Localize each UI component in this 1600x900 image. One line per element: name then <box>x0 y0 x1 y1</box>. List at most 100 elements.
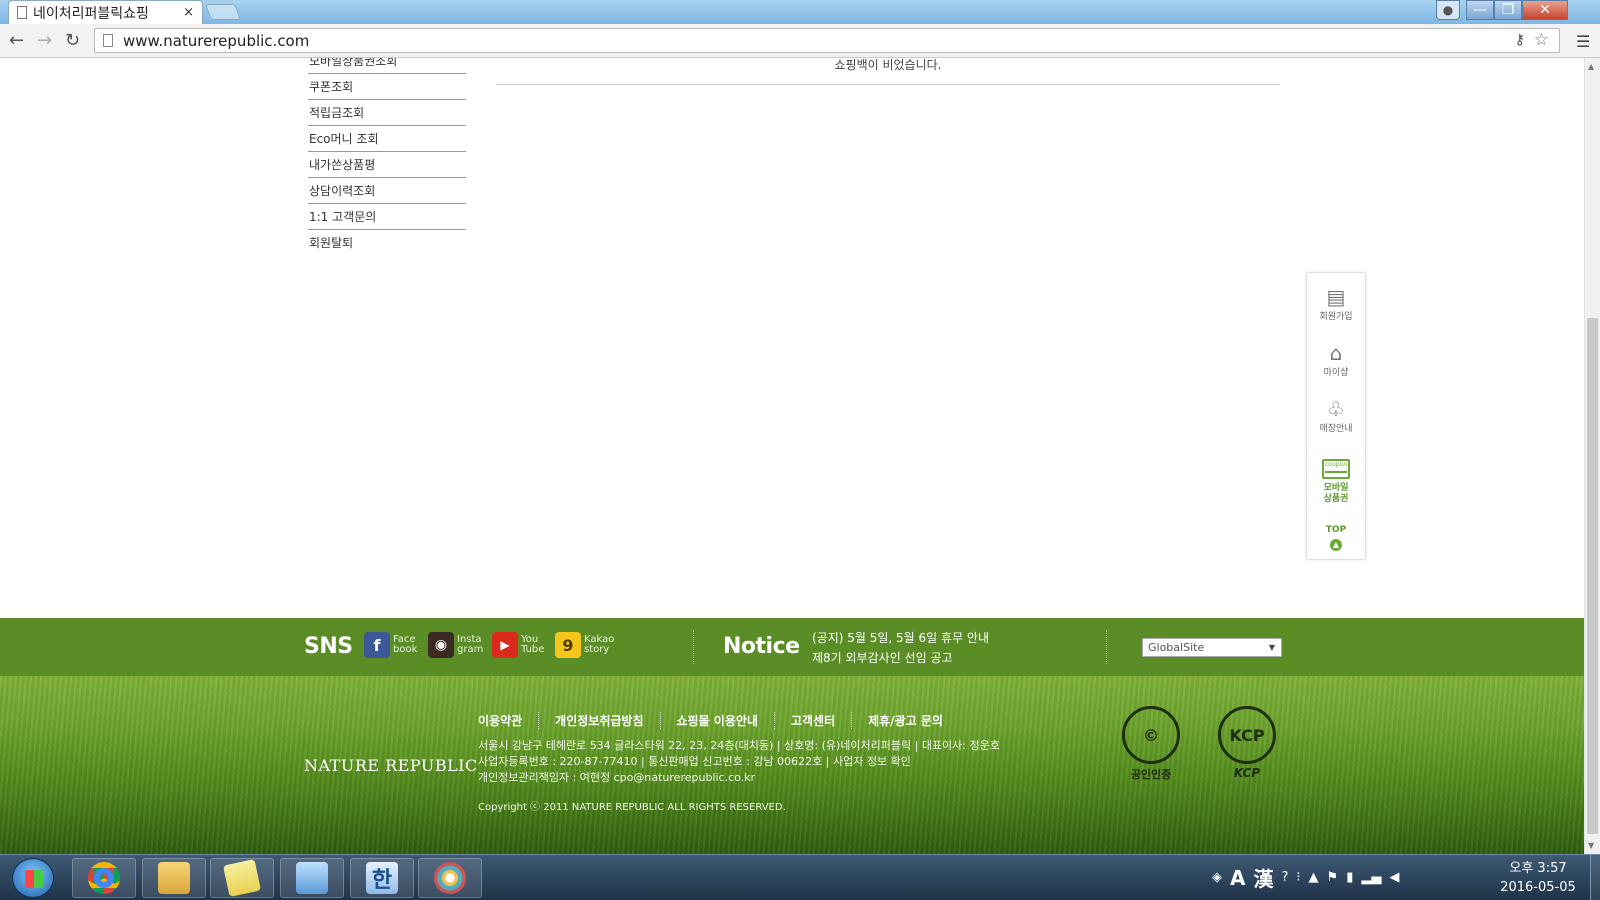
hamburger-menu-icon[interactable]: ☰ <box>1576 32 1590 51</box>
folder-icon <box>158 862 190 894</box>
side-menu-item[interactable]: 모바일상품권조회 <box>308 58 466 74</box>
quick-top-label: TOP <box>1325 525 1347 535</box>
windows-taskbar: 한 ◈ A 漢 ? ⁝ ▲ ⚑ ▮ ▂▄ ◀ 오후 3:57 2016-05-0… <box>0 854 1600 900</box>
sns-link[interactable]: 9 Kakao story <box>555 632 614 658</box>
reload-icon[interactable]: ↻ <box>65 30 80 51</box>
language-icon[interactable]: ◈ <box>1212 870 1222 885</box>
key-icon[interactable]: ⚷ <box>1515 32 1525 48</box>
maximize-button[interactable]: ❐ <box>1494 0 1522 20</box>
page-icon <box>17 6 27 19</box>
brand-logo[interactable]: NATURE REPUBLIC <box>304 756 478 775</box>
taskbar-explorer[interactable] <box>142 858 206 898</box>
quick-mobile-voucher-button[interactable]: coupon 모바일 상품권 <box>1307 457 1365 505</box>
quick-voucher-label-2: 상품권 <box>1323 494 1349 504</box>
footer-link[interactable]: 이용약관 <box>478 712 538 729</box>
action-center-flag-icon[interactable]: ⚑ <box>1327 870 1339 885</box>
ime-mode-icon[interactable]: A <box>1230 866 1245 890</box>
quick-store-button[interactable]: ♧ 매장안내 <box>1307 397 1365 435</box>
battery-icon[interactable]: ▮ <box>1346 870 1353 885</box>
side-menu-item[interactable]: 쿠폰조회 <box>308 74 466 100</box>
taskbar-hanword[interactable]: 한 <box>350 858 414 898</box>
quick-join-button[interactable]: ▤ 회원가입 <box>1307 285 1365 323</box>
footer-link[interactable]: 제휴/광고 문의 <box>851 712 959 729</box>
quick-join-label: 회원가입 <box>1319 312 1353 322</box>
sns-label-line: story <box>584 644 610 655</box>
taskbar-chrome[interactable] <box>72 858 136 898</box>
quick-store-label: 매장안내 <box>1319 424 1353 434</box>
kakaostory-icon: 9 <box>555 632 581 658</box>
taskbar-sticky-notes[interactable] <box>210 858 274 898</box>
notice-item[interactable]: 제8기 외부감사인 선임 공고 <box>812 648 989 668</box>
profile-button[interactable]: ● <box>1436 0 1460 20</box>
kcp-badge[interactable]: KCP KCP <box>1218 706 1276 780</box>
tree-icon: ♧ <box>1327 397 1345 421</box>
copyright: Copyright ⓒ 2011 NATURE REPUBLIC ALL RIG… <box>478 802 786 813</box>
show-hidden-icons-chevron-icon[interactable]: ▲ <box>1309 870 1319 885</box>
footer-links: 이용약관 개인정보취급방침 쇼핑몰 이용안내 고객센터 제휴/광고 문의 <box>478 712 959 729</box>
start-button[interactable] <box>12 858 54 898</box>
notice-item[interactable]: (공지) 5월 5일, 5월 6일 휴무 안내 <box>812 628 989 648</box>
side-menu-item[interactable]: 1:1 고객문의 <box>308 204 466 230</box>
certification-badge[interactable]: © 공인인증 <box>1122 706 1180 782</box>
side-menu-item[interactable]: 회원탈퇴 <box>308 230 466 256</box>
sns-label-line: book <box>393 644 418 655</box>
help-icon[interactable]: ? <box>1281 870 1288 885</box>
sns-link[interactable]: f Face book <box>364 632 423 658</box>
side-menu-item[interactable]: 내가쓴상품평 <box>308 152 466 178</box>
hanword-icon: 한 <box>366 862 398 894</box>
clock-time: 오후 3:57 <box>1509 861 1567 876</box>
quick-voucher-label-1: 모바일 <box>1323 483 1349 493</box>
footer-link[interactable]: 쇼핑몰 이용안내 <box>659 712 774 729</box>
sticky-notes-icon <box>223 859 261 897</box>
side-menu-item[interactable]: 상담이력조회 <box>308 178 466 204</box>
certificate-seal-icon: © <box>1122 706 1180 764</box>
quick-top-button[interactable]: TOP ▲ <box>1307 525 1365 551</box>
sns-label: You Tube <box>521 635 551 655</box>
shop-icon: ⌂ <box>1329 341 1343 365</box>
youtube-icon: ▶ <box>492 632 518 658</box>
scroll-up-arrow-icon[interactable]: ▲ <box>1588 62 1594 71</box>
system-tray: ◈ A 漢 ? ⁝ ▲ ⚑ ▮ ▂▄ ◀ <box>1212 863 1399 892</box>
remote-desktop-icon <box>296 862 328 894</box>
sns-link[interactable]: ◉ Insta gram <box>428 632 487 658</box>
back-arrow-icon[interactable]: ← <box>9 30 24 51</box>
side-menu-item[interactable]: Eco머니 조회 <box>308 126 466 152</box>
network-signal-icon[interactable]: ▂▄ <box>1361 870 1381 885</box>
tab-title: 네이처리퍼블릭쇼핑 <box>33 5 149 22</box>
volume-muted-icon[interactable]: ◀ <box>1389 870 1399 885</box>
sns-label-line: gram <box>457 644 484 655</box>
scrollbar-thumb[interactable] <box>1587 318 1598 834</box>
bookmark-star-icon[interactable]: ☆ <box>1534 30 1549 50</box>
show-desktop-button[interactable] <box>1590 855 1600 900</box>
address-bar[interactable]: www.naturerepublic.com ⚷ ☆ <box>94 28 1560 53</box>
url-text: www.naturerepublic.com <box>123 31 310 50</box>
sns-label-line: Tube <box>521 644 545 655</box>
footer-link[interactable]: 고객센터 <box>773 712 851 729</box>
taskbar-paint[interactable] <box>418 858 482 898</box>
page-icon <box>103 34 113 47</box>
forward-arrow-icon[interactable]: → <box>37 30 52 51</box>
cert-caption: 공인인증 <box>1130 768 1172 781</box>
vertical-scrollbar[interactable]: ▲ ▼ <box>1584 58 1600 854</box>
page-viewport: 모바일상품권조회 쿠폰조회 적립금조회 Eco머니 조회 내가쓴상품평 상담이력조회 1:1… <box>0 58 1584 854</box>
divider <box>496 84 1280 85</box>
sns-link[interactable]: ▶ You Tube <box>492 632 551 658</box>
global-site-select[interactable]: GlobalSite ▼ <box>1142 638 1282 657</box>
tab-close-icon[interactable]: × <box>183 5 194 20</box>
company-info: 서울시 강남구 테헤란로 534 글라스타워 22, 23, 24층(대치동) … <box>478 738 1000 786</box>
scroll-down-arrow-icon[interactable]: ▼ <box>1588 841 1594 850</box>
ime-options-icon[interactable]: ⁝ <box>1296 870 1300 885</box>
footer-link[interactable]: 개인정보취급방침 <box>538 712 659 729</box>
clock[interactable]: 오후 3:57 2016-05-05 <box>1492 859 1584 897</box>
hanja-icon[interactable]: 漢 <box>1253 863 1273 892</box>
quick-myshop-button[interactable]: ⌂ 마이샵 <box>1307 341 1365 379</box>
new-tab-button[interactable] <box>205 4 241 20</box>
side-menu-item[interactable]: 적립금조회 <box>308 100 466 126</box>
close-window-button[interactable]: ✕ <box>1522 0 1568 20</box>
window-titlebar: 네이처리퍼블릭쇼핑 × ● — ❐ ✕ <box>0 0 1600 24</box>
minimize-button[interactable]: — <box>1466 0 1494 20</box>
browser-tab[interactable]: 네이처리퍼블릭쇼핑 × <box>8 0 203 24</box>
chrome-icon <box>88 862 120 894</box>
taskbar-remote-desktop[interactable] <box>280 858 344 898</box>
company-info-line: 개인정보관리책임자 : 여현정 cpo@naturerepublic.co.kr <box>478 771 756 784</box>
